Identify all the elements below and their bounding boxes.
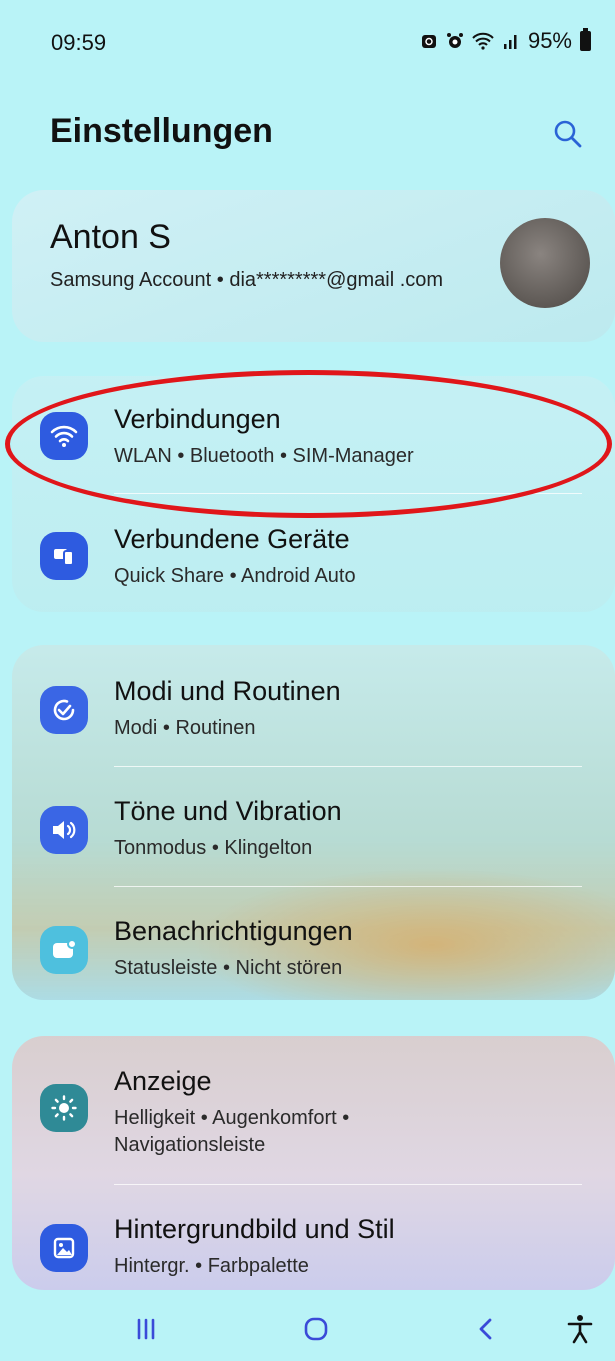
- settings-item-verbundene-geraete[interactable]: Verbundene Geräte Quick Share • Android …: [0, 520, 615, 610]
- settings-item-benachrichtigungen[interactable]: Benachrichtigungen Statusleiste • Nicht …: [0, 912, 615, 1002]
- status-icons: 95%: [420, 28, 591, 54]
- status-bar: 09:59 95%: [0, 0, 615, 80]
- signal-icon: [503, 35, 517, 49]
- brightness-icon: [40, 1084, 88, 1132]
- wallpaper-icon: [40, 1224, 88, 1272]
- settings-item-sub: Hintergr. • Farbpalette: [114, 1255, 309, 1277]
- settings-item-sub: Modi • Routinen: [114, 717, 256, 739]
- account-name: Anton S: [50, 218, 171, 256]
- sound-icon: [40, 806, 88, 854]
- divider: [114, 1184, 582, 1185]
- settings-item-label: Benachrichtigungen: [114, 916, 353, 946]
- settings-item-hintergrundbild[interactable]: Hintergrundbild und Stil Hintergr. • Far…: [0, 1210, 615, 1290]
- accessibility-icon[interactable]: [560, 1312, 600, 1346]
- settings-item-sub: Statusleiste • Nicht stören: [114, 957, 343, 979]
- page-title: Einstellungen: [50, 112, 273, 150]
- settings-item-sub: Helligkeit • Augenkomfort •: [114, 1107, 350, 1129]
- settings-item-label: Verbundene Geräte: [114, 524, 350, 554]
- divider: [114, 886, 582, 887]
- account-subtitle: Samsung Account • dia*********@gmail .co…: [50, 269, 444, 291]
- battery-percent: 95%: [527, 28, 572, 53]
- settings-item-label: Modi und Routinen: [114, 676, 341, 706]
- routines-icon: [40, 686, 88, 734]
- notification-icon: [40, 926, 88, 974]
- divider: [114, 766, 582, 767]
- settings-item-label: Anzeige: [114, 1066, 212, 1096]
- home-icon[interactable]: [296, 1312, 336, 1346]
- settings-item-label: Hintergrundbild und Stil: [114, 1214, 395, 1244]
- avatar[interactable]: [500, 218, 590, 308]
- settings-item-sub: Tonmodus • Klingelton: [114, 837, 313, 859]
- wifi-icon: [472, 32, 494, 50]
- lock-icon: [421, 35, 436, 48]
- battery-icon: [580, 28, 591, 51]
- settings-item-anzeige[interactable]: Anzeige Helligkeit • Augenkomfort • Navi…: [0, 1064, 615, 1184]
- devices-icon: [40, 532, 88, 580]
- recents-icon[interactable]: [126, 1312, 166, 1346]
- search-icon[interactable]: [552, 118, 584, 150]
- settings-item-toene-vibration[interactable]: Töne und Vibration Tonmodus • Klingelton: [0, 792, 615, 887]
- settings-item-label: Töne und Vibration: [114, 796, 342, 826]
- settings-item-modi-routinen[interactable]: Modi und Routinen Modi • Routinen: [0, 672, 615, 767]
- settings-item-sub-line2: Navigationsleiste: [114, 1134, 266, 1156]
- settings-item-sub: Quick Share • Android Auto: [114, 565, 356, 587]
- back-icon[interactable]: [466, 1312, 506, 1346]
- status-time: 09:59: [51, 30, 107, 55]
- alarm-icon: [446, 33, 463, 48]
- highlight-oval: [5, 370, 612, 518]
- navigation-bar: [0, 1296, 615, 1361]
